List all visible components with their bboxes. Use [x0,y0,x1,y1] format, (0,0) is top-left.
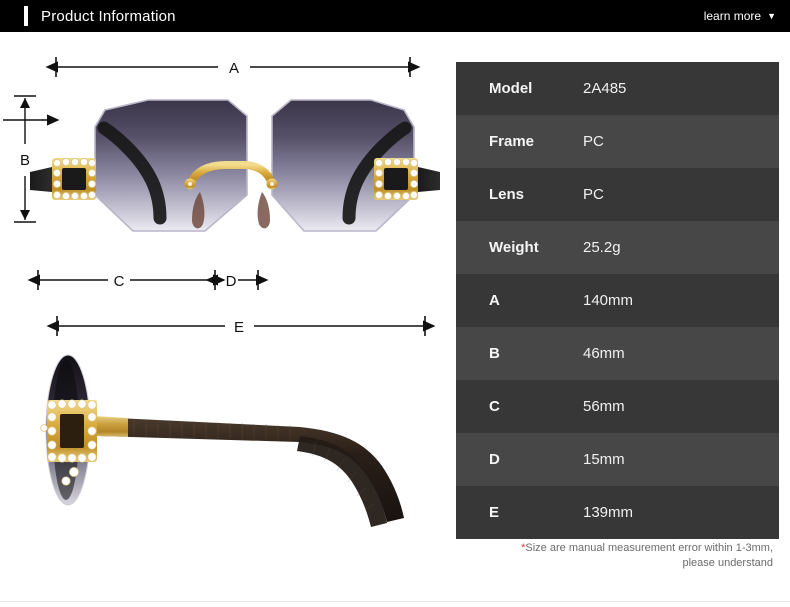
left-hinge-ornament [52,158,96,200]
svg-text:E: E [234,319,244,336]
spec-key: C [489,398,500,415]
table-row: Model 2A485 [456,62,779,115]
table-row: E 139mm [456,486,779,539]
spec-value: 56mm [583,398,625,415]
svg-text:B: B [20,152,30,169]
header-accent-bar [24,6,28,26]
spec-key: A [489,292,500,309]
note-line-2: please understand [682,557,773,569]
spec-value: 15mm [583,451,625,468]
dimension-marker-D: D [205,270,269,290]
product-information-page: Product Information learn more ▼ A B C D… [0,0,790,607]
specification-table: Model 2A485 Frame PC Lens PC Weight 25.2… [456,62,779,539]
table-row: Weight 25.2g [456,221,779,274]
learn-more-label: learn more [703,9,762,23]
spec-key: E [489,504,500,521]
svg-text:C: C [114,273,125,290]
svg-text:D: D [226,273,237,290]
table-row: Frame PC [456,115,779,168]
measurement-note: *Size are manual measurement error withi… [456,541,779,571]
dimension-marker-C: C [27,270,226,290]
right-hinge-ornament [374,158,418,200]
table-row: D 15mm [456,433,779,486]
page-header: Product Information learn more ▼ [0,0,790,32]
product-illustration: A B C D E [0,32,452,572]
table-row: C 56mm [456,380,779,433]
spec-value: PC [583,133,604,150]
table-row: Lens PC [456,168,779,221]
spec-value: 140mm [583,292,634,309]
spec-value: 139mm [583,504,634,521]
front-view-group: A B C D [3,57,440,290]
spec-key: D [489,451,500,468]
spec-key: B [489,345,500,362]
chevron-down-icon: ▼ [767,10,776,21]
spec-key: Lens [489,186,525,203]
spec-value: 46mm [583,345,625,362]
side-view-group: E [40,316,436,527]
spec-value: 2A485 [583,80,627,97]
bottom-divider [0,601,790,602]
learn-more-button[interactable]: learn more ▼ [704,9,776,23]
spec-key: Weight [489,239,539,256]
table-row: A 140mm [456,274,779,327]
spec-key: Frame [489,133,535,150]
note-line-1: Size are manual measurement error within… [525,542,773,554]
page-title: Product Information [41,7,176,25]
table-row: B 46mm [456,327,779,380]
svg-text:A: A [229,60,239,77]
dimension-marker-A: A [45,57,421,77]
spec-value: PC [583,186,604,203]
dimension-marker-E: E [46,316,436,336]
dimension-marker-B: B [3,95,60,223]
spec-key: Model [489,80,533,97]
spec-value: 25.2g [583,239,621,256]
